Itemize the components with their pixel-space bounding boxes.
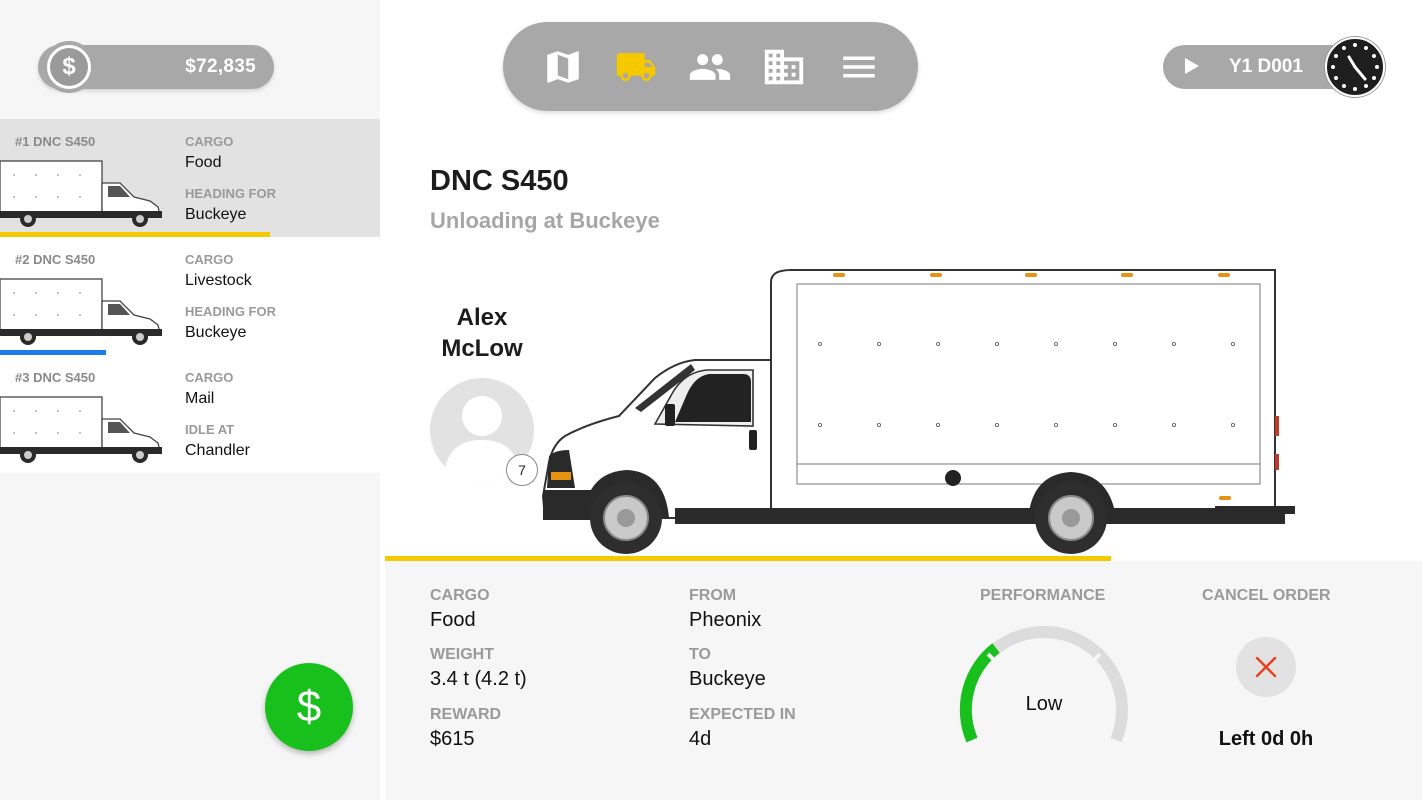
driver-name: Alex McLow [441,304,523,362]
to-label: TO [689,646,711,663]
reward-value: $615 [430,728,475,750]
performance-label: PERFORMANCE [980,587,1106,604]
truck-item-dest-label: IDLE AT [185,422,235,437]
to-value: Buckeye [689,668,766,690]
performance-gauge [959,626,1128,743]
performance-gauge-fill [959,643,1000,743]
truck-item-dest: Buckeye [185,206,247,223]
money-display[interactable]: $ $72,835 [38,41,274,93]
weight-label: WEIGHT [430,646,494,663]
truck-item-dest: Chandler [185,442,250,459]
truck-status: Unloading at Buckeye [430,208,660,233]
truck-item-dest-label: HEADING FOR [185,304,276,319]
small-truck-icon [0,278,162,345]
truck-list-item[interactable]: #1 DNC S450 CARGO Food HEADING FOR Bucke… [0,119,380,237]
map-icon[interactable] [537,42,589,92]
people-icon[interactable] [684,42,736,92]
cargo-label: CARGO [430,587,490,604]
cancel-order-label: CANCEL ORDER [1202,587,1331,604]
truck-item-cargo: Mail [185,390,215,407]
cancel-order-button[interactable] [1236,637,1296,697]
truck-item-dest: Buckeye [185,324,247,341]
truck-item-dest-label: HEADING FOR [185,186,276,201]
driver-level-badge: 7 [506,454,538,486]
date-value: Y1 D001 [1229,56,1303,77]
cash-button[interactable]: $ [265,663,353,751]
play-icon[interactable] [1185,58,1199,74]
truck-title: DNC S450 [430,165,569,197]
expected-label: EXPECTED IN [689,706,796,723]
performance-value: Low [1025,693,1063,715]
small-truck-icon [0,160,162,227]
dollar-coin-icon: $ [43,41,95,93]
truck-illustration [541,269,1295,554]
truck-item-name: #1 DNC S450 [15,134,96,149]
truck-list: #1 DNC S450 CARGO Food HEADING FOR Bucke… [0,119,380,473]
truck-item-cargo-label: CARGO [185,370,234,385]
top-nav [503,22,918,111]
truck-item-cargo-label: CARGO [185,252,234,267]
truck-icon[interactable] [610,42,662,92]
money-value: $72,835 [185,56,256,77]
cargo-value: Food [430,609,476,631]
close-icon [1255,656,1277,678]
truck-item-cargo: Livestock [185,272,252,289]
expected-value: 4d [689,728,712,750]
truck-item-name: #2 DNC S450 [15,252,96,267]
clock-icon[interactable] [1325,37,1385,97]
menu-icon[interactable] [833,42,885,92]
from-label: FROM [689,587,737,604]
truck-item-cargo-label: CARGO [185,134,234,149]
from-value: Pheonix [689,609,762,631]
truck-list-item[interactable]: #3 DNC S450 CARGO Mail IDLE AT Chandler [0,355,380,473]
cancel-time-left: Left 0d 0h [1218,728,1314,750]
reward-label: REWARD [430,706,502,723]
sidebar: $ $72,835 #1 DNC S450 CARGO Food HEADING… [0,0,380,800]
building-icon[interactable] [758,42,810,92]
truck-list-item[interactable]: #2 DNC S450 CARGO Livestock HEADING FOR … [0,237,380,355]
small-truck-icon [0,396,162,463]
weight-value: 3.4 t (4.2 t) [430,668,527,690]
truck-item-cargo: Food [185,154,222,171]
truck-item-name: #3 DNC S450 [15,370,96,385]
